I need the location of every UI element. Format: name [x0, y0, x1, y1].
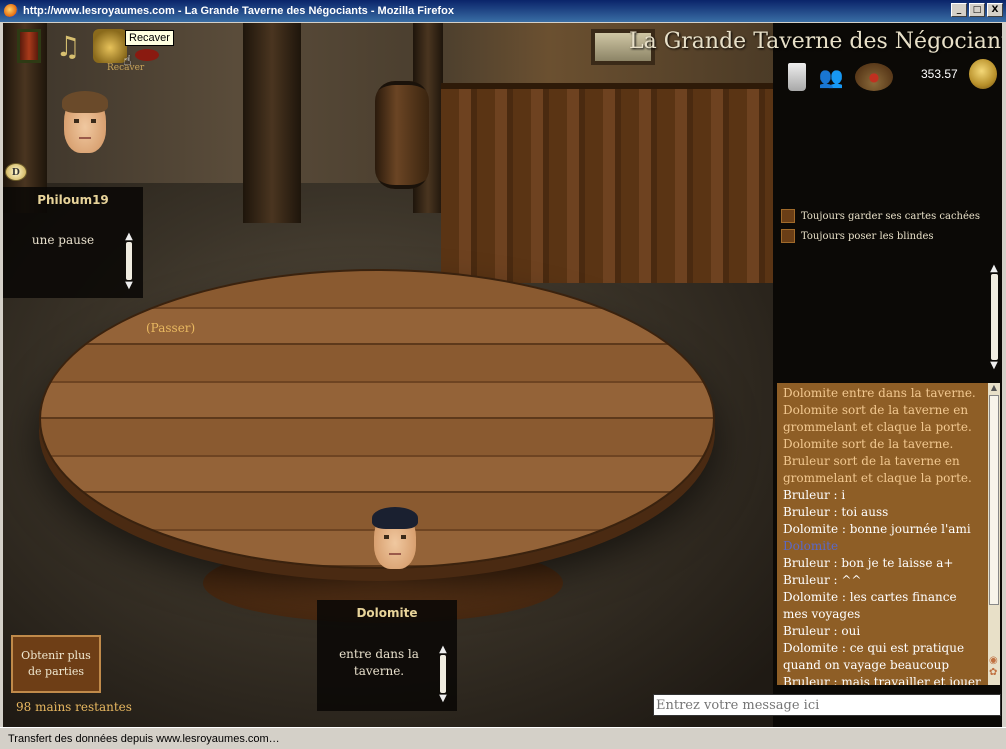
- action-passer: (Passer): [146, 321, 196, 335]
- chat-message: Dolomite : les cartes finance mes voyage…: [783, 590, 957, 621]
- red-pouch-icon: [135, 49, 159, 61]
- chat-message: Dolomite : bonne journée l'ami: [783, 522, 971, 536]
- chat-message: Bruleur : ^^: [783, 573, 862, 587]
- player-message: une pause: [31, 233, 95, 247]
- get-more-games-button[interactable]: Obtenir plus de parties: [11, 635, 101, 693]
- player-seat: Dolomite entre dans la taverne. ▲ ▼: [317, 600, 457, 711]
- options-scrollbar[interactable]: ▲ ▼: [987, 263, 1001, 371]
- wood-beam: [243, 23, 301, 223]
- music-notes-icon[interactable]: ♫: [53, 29, 83, 63]
- chat-input[interactable]: [653, 694, 1001, 716]
- status-bar: Transfert des données depuis www.lesroya…: [0, 727, 1006, 749]
- player-message: entre dans la taverne.: [339, 647, 419, 678]
- option-hide-cards[interactable]: Toujours garder ses cartes cachées: [781, 209, 980, 223]
- scroll-arrows-icon[interactable]: ▲ ▼: [435, 644, 451, 704]
- people-icon[interactable]: 👥: [815, 63, 847, 91]
- chat-extra-icons[interactable]: ◉ ✿: [989, 655, 1001, 679]
- player-name: Dolomite: [356, 606, 418, 620]
- window-title-bar: http://www.lesroyaumes.com - La Grande T…: [0, 0, 1006, 22]
- option-post-blinds[interactable]: Toujours poser les blindes: [781, 229, 934, 243]
- game-canvas: ♫ Recaver Recaver ☝ La Grande Taverne de…: [3, 23, 1002, 727]
- beer-mug-icon[interactable]: [788, 63, 806, 91]
- maximize-button[interactable]: □: [969, 3, 985, 17]
- chat-scrollbar[interactable]: ▲: [988, 383, 1000, 685]
- chat-message: Dolomite sort de la taverne.: [783, 437, 954, 451]
- coin-stack-icon: [969, 59, 997, 89]
- minimize-button[interactable]: _: [951, 3, 967, 17]
- player-avatar[interactable]: [372, 507, 418, 569]
- player-name: Philoum19: [37, 193, 109, 207]
- chat-message: Bruleur : bon je te laisse a+: [783, 556, 954, 570]
- chat-message: Dolomite sort de la taverne en grommelan…: [783, 403, 972, 434]
- scroll-arrows-icon[interactable]: ▲ ▼: [121, 231, 137, 291]
- checkbox[interactable]: [781, 209, 795, 223]
- chat-message: Bruleur sort de la taverne en grommelant…: [783, 454, 972, 485]
- barrel: [375, 81, 429, 189]
- chat-message: Dolomite : ce qui est pratique quand on …: [783, 641, 965, 672]
- player-avatar[interactable]: [62, 91, 108, 153]
- chat-message: Bruleur : toi auss: [783, 505, 889, 519]
- window-title: http://www.lesroyaumes.com - La Grande T…: [23, 5, 454, 17]
- window-controls: _ □ X: [951, 3, 1003, 17]
- dealer-button-icon: D: [5, 163, 27, 181]
- chat-message: Bruleur : oui: [783, 624, 861, 638]
- hands-remaining: 98 mains restantes: [16, 700, 132, 714]
- chat-message: Bruleur : i: [783, 488, 846, 502]
- firefox-icon: [4, 4, 18, 18]
- player-seat: Philoum19 une pause ▲ ▼: [3, 187, 143, 298]
- scroll-up-icon[interactable]: ▲: [991, 383, 997, 395]
- scroll-thumb[interactable]: [989, 395, 999, 605]
- door-icon[interactable]: [17, 29, 41, 63]
- checkbox[interactable]: [781, 229, 795, 243]
- food-plate-icon[interactable]: ●: [855, 63, 893, 91]
- tavern-title: La Grande Taverne des Négociants: [629, 29, 1002, 54]
- balance-amount: 353.57: [921, 67, 958, 81]
- chat-message: Bruleur : mais travailler et jouer: [783, 675, 981, 685]
- option-label: Toujours poser les blindes: [801, 230, 934, 242]
- chat-message: Dolomite: [783, 539, 839, 553]
- hand-cursor-icon: ☝: [123, 53, 132, 69]
- bar-counter: [441, 83, 781, 283]
- recaver-tooltip: Recaver: [125, 30, 174, 46]
- chat-log: Dolomite entre dans la taverne. Dolomite …: [777, 383, 988, 685]
- option-label: Toujours garder ses cartes cachées: [801, 210, 980, 222]
- coins-icon[interactable]: [93, 29, 127, 63]
- chat-message: Dolomite entre dans la taverne.: [783, 386, 976, 400]
- close-button[interactable]: X: [987, 3, 1003, 17]
